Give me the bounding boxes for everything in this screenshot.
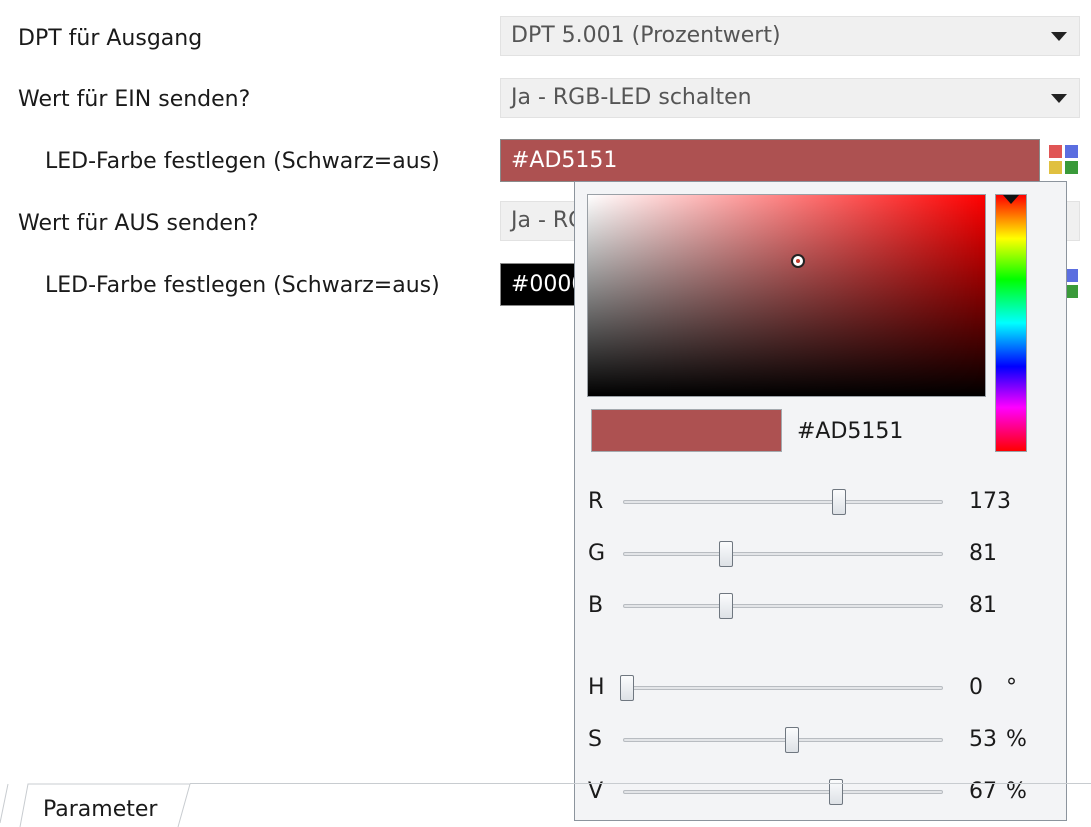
slider-value: 81 (969, 541, 997, 566)
slider-unit: % (1006, 727, 1027, 752)
slider-track-b[interactable] (623, 604, 943, 608)
slider-label: B (588, 593, 604, 618)
slider-track-g[interactable] (623, 552, 943, 556)
led-color-ein-field[interactable]: #AD5151 (500, 139, 1040, 182)
slider-value: 53 (969, 727, 997, 752)
tab-bar: Parameter (0, 783, 1091, 827)
slider-label: H (588, 675, 605, 700)
label-dpt-ausgang: DPT für Ausgang (18, 26, 203, 51)
dpt-ausgang-select[interactable]: DPT 5.001 (Prozentwert) (500, 16, 1080, 56)
slider-label: G (588, 541, 606, 566)
slider-thumb-b[interactable] (719, 593, 734, 619)
slider-row-h: H 0 ° (575, 673, 1066, 703)
slider-track-h[interactable] (623, 686, 943, 690)
color-picker-popup: #AD5151 R 173 G 81 B 81 H 0 ° S 53% V 67% (574, 181, 1067, 821)
slider-value: 81 (969, 593, 997, 618)
hue-marker-icon[interactable] (1003, 195, 1019, 204)
slider-thumb-h[interactable] (620, 675, 634, 701)
chevron-down-icon[interactable] (1051, 32, 1067, 41)
led-color-ein-value: #AD5151 (511, 148, 618, 173)
slider-label: R (588, 489, 604, 514)
slider-row-g: G 81 (575, 539, 1066, 569)
sv-cursor[interactable] (791, 254, 806, 269)
slider-row-r: R 173 (575, 487, 1066, 517)
tab-parameter-label: Parameter (43, 797, 158, 822)
tab-parameter[interactable]: Parameter (10, 783, 195, 827)
chevron-down-icon[interactable] (1051, 94, 1067, 103)
slider-track-r[interactable] (623, 500, 943, 504)
slider-value: 173 (969, 489, 1011, 514)
slider-value: 0 (969, 675, 983, 700)
saturation-value-area[interactable] (587, 194, 986, 397)
label-led-farbe-aus: LED-Farbe festlegen (Schwarz=aus) (45, 273, 440, 298)
label-wert-ein: Wert für EIN senden? (18, 87, 251, 112)
slider-row-s: S 53% (575, 725, 1066, 755)
hue-slider[interactable] (995, 194, 1027, 452)
slider-thumb-r[interactable] (831, 489, 846, 515)
wert-ein-select[interactable]: Ja - RGB-LED schalten (500, 78, 1080, 118)
wert-ein-value: Ja - RGB-LED schalten (511, 85, 752, 110)
slider-thumb-s[interactable] (785, 727, 800, 753)
color-picker-icon[interactable] (1048, 144, 1080, 176)
slider-label: S (588, 727, 602, 752)
tab-bar-divider (190, 783, 1091, 784)
color-preview (591, 409, 782, 452)
label-wert-aus: Wert für AUS senden? (18, 211, 259, 236)
color-hex-value: #AD5151 (797, 419, 904, 444)
slider-unit: ° (1006, 675, 1017, 700)
slider-thumb-g[interactable] (719, 541, 734, 567)
dpt-ausgang-value: DPT 5.001 (Prozentwert) (511, 23, 781, 48)
slider-row-b: B 81 (575, 591, 1066, 621)
slider-track-s[interactable] (623, 738, 943, 742)
label-led-farbe-ein: LED-Farbe festlegen (Schwarz=aus) (45, 149, 440, 174)
